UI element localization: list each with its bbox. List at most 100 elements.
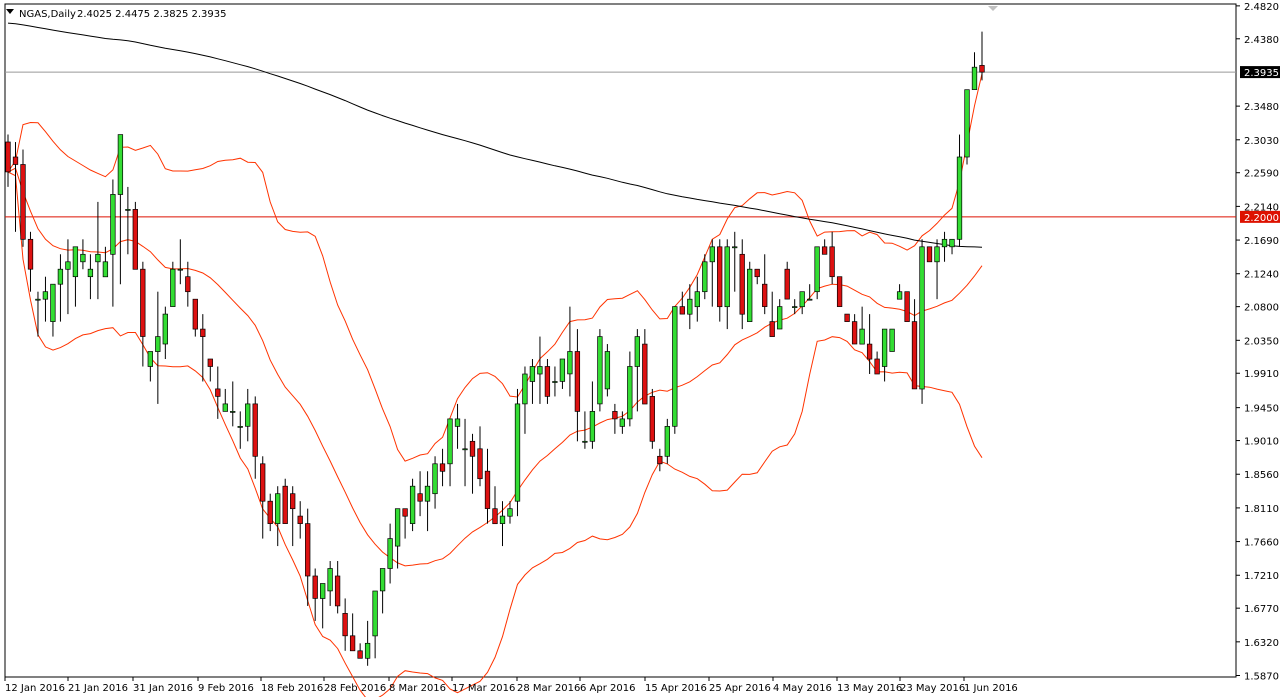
y-tick-label: 1.9910	[1244, 369, 1279, 380]
level-price-label: 2.2000	[1244, 213, 1279, 224]
candle-body	[87, 268, 94, 278]
plot-area[interactable]	[4, 3, 1237, 678]
price-axis[interactable]: 2.48202.43802.39352.34802.30302.25902.21…	[1236, 2, 1280, 683]
candle-body	[919, 246, 925, 390]
y-tick-label: 1.5870	[1244, 672, 1279, 683]
candle-body	[979, 65, 985, 73]
candle-body	[627, 366, 633, 420]
candle-body	[807, 298, 813, 301]
candle-body	[402, 508, 408, 517]
candle-body	[522, 373, 528, 405]
y-tick-label: 1.7210	[1244, 571, 1279, 582]
candle-body	[207, 358, 213, 367]
x-tick-label: 15 Apr 2016	[645, 683, 707, 694]
candle-body	[27, 238, 34, 270]
candle-body	[664, 426, 670, 457]
candle-body	[305, 523, 311, 577]
candle-body	[829, 246, 835, 278]
candle-body	[567, 351, 573, 375]
candle-body	[911, 321, 918, 390]
candle-body	[717, 246, 723, 308]
candle-body	[364, 642, 371, 659]
candle-body	[387, 538, 393, 569]
candle-body	[432, 463, 438, 495]
candle-body	[904, 291, 910, 322]
candle-body	[821, 246, 828, 255]
candle-body	[732, 246, 738, 249]
candle-body	[275, 493, 281, 524]
candle-body	[155, 336, 161, 352]
candle-body	[282, 485, 288, 524]
candle-body	[956, 156, 963, 240]
price-chart[interactable]: 2.48202.43802.39352.34802.30302.25902.21…	[0, 0, 1285, 697]
candle-body	[260, 463, 266, 502]
candle-body	[57, 268, 64, 285]
candle-body	[290, 493, 296, 510]
candle-body	[42, 291, 49, 300]
y-tick-label: 2.2590	[1244, 169, 1279, 180]
candle-body	[747, 268, 753, 322]
candle-body	[170, 268, 176, 307]
candle-body	[132, 209, 138, 270]
chart-header: NGAS,Daily 2.4025 2.4475 2.3825 2.3935	[6, 9, 227, 20]
candle-body	[619, 418, 625, 427]
candle-body	[634, 336, 640, 367]
x-tick-label: 25 Apr 2016	[709, 683, 771, 694]
candle-body	[679, 306, 685, 315]
candle	[672, 306, 678, 434]
candle-body	[222, 403, 228, 412]
candle-body	[589, 411, 596, 442]
candle-body	[559, 358, 566, 382]
candle	[919, 239, 925, 404]
x-tick-label: 13 May 2016	[837, 683, 902, 694]
candle-body	[672, 306, 678, 427]
candle-body	[312, 575, 318, 599]
candle	[889, 328, 895, 352]
candle	[814, 246, 820, 300]
x-tick-label: 28 Mar 2016	[517, 683, 580, 694]
candle-body	[379, 568, 386, 592]
y-tick-label: 1.6320	[1244, 638, 1279, 649]
candle-body	[949, 238, 955, 248]
candle-body	[724, 246, 730, 308]
y-tick-label: 2.4380	[1244, 35, 1279, 46]
candle-body	[896, 291, 903, 300]
x-tick-label: 1 Jun 2016	[964, 683, 1018, 694]
candle	[747, 261, 753, 322]
candle-body	[334, 575, 341, 607]
candle-body	[971, 66, 978, 90]
candle-body	[342, 613, 348, 637]
candle	[904, 291, 910, 322]
candle-body	[649, 396, 655, 442]
candle-body	[162, 313, 168, 345]
candle-body	[12, 156, 19, 165]
candle	[514, 388, 521, 517]
x-tick-label: 8 Mar 2016	[389, 683, 446, 694]
candle-body	[477, 448, 483, 480]
candle	[844, 313, 850, 322]
x-tick-label: 31 Jan 2016	[133, 683, 193, 694]
candle-body	[544, 366, 551, 397]
candle-body	[514, 403, 521, 502]
candle	[836, 276, 843, 307]
x-tick-label: 28 Feb 2016	[324, 683, 386, 694]
candle-body	[597, 336, 603, 405]
x-tick-label: 6 Apr 2016	[580, 683, 635, 694]
x-tick-label: 12 Jan 2016	[5, 683, 65, 694]
candle-body	[372, 590, 378, 637]
time-axis[interactable]: 12 Jan 2016 21 Jan 2016 31 Jan 2016 9 Feb 2…	[4, 677, 1018, 694]
candle-body	[454, 418, 461, 427]
candle-body	[245, 403, 251, 427]
candle-body	[859, 328, 865, 345]
x-tick-label: 21 Jan 2016	[68, 683, 128, 694]
y-tick-label: 1.7660	[1244, 538, 1279, 549]
x-tick-label: 23 May 2016	[900, 683, 965, 694]
candle-body	[349, 635, 356, 652]
y-tick-label: 2.3030	[1244, 136, 1279, 147]
candle-body	[5, 141, 11, 173]
candle-body	[297, 515, 303, 524]
candle-body	[574, 351, 581, 412]
candle-body	[35, 298, 41, 301]
candle-body	[140, 268, 146, 337]
candle-body	[357, 650, 363, 659]
